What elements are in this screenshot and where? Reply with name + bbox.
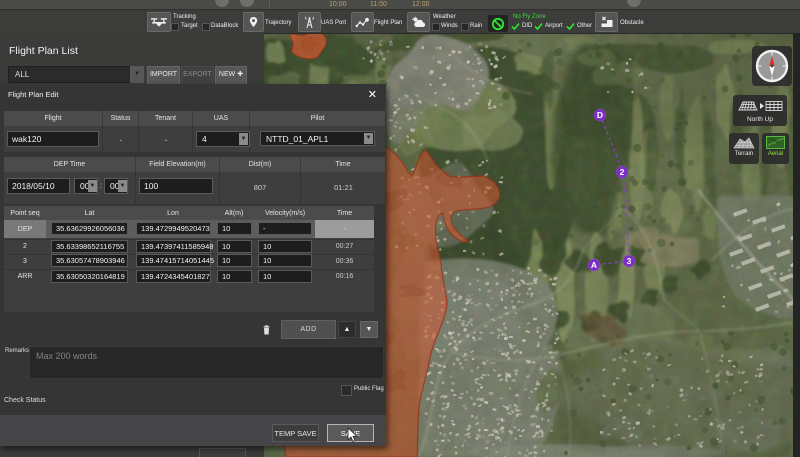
svg-text:2: 2 [620,167,625,177]
svg-text:D: D [597,110,603,120]
svg-text:A: A [591,260,597,270]
svg-text:3: 3 [627,256,632,266]
